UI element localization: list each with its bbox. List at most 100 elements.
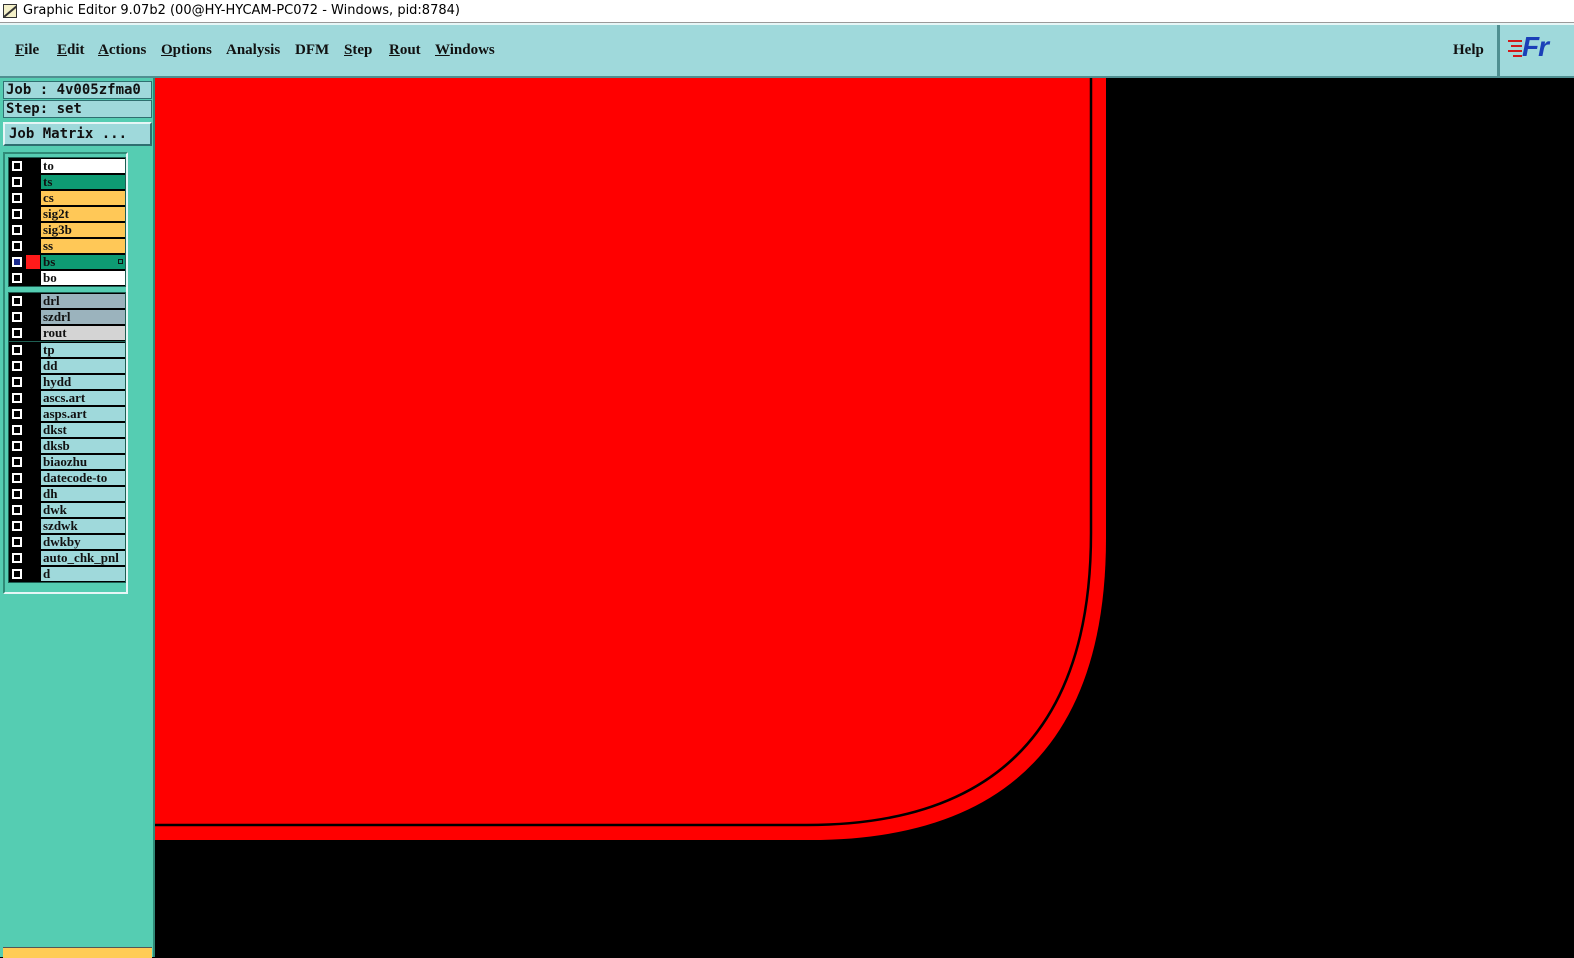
layer-row-bs[interactable]: bs — [9, 254, 125, 270]
layer-checkbox[interactable] — [12, 489, 22, 499]
layer-display-color[interactable] — [26, 487, 40, 501]
layer-name[interactable]: rout — [41, 326, 125, 340]
layer-name[interactable]: drl — [41, 294, 125, 308]
layer-name[interactable]: dd — [41, 359, 125, 373]
layer-display-color[interactable] — [26, 191, 40, 205]
layer-name[interactable]: asps.art — [41, 407, 125, 421]
layer-name[interactable]: auto_chk_pnl — [41, 551, 125, 565]
layer-row-bo[interactable]: bo — [9, 270, 125, 286]
layer-display-color[interactable] — [26, 519, 40, 533]
layer-checkbox[interactable] — [12, 473, 22, 483]
layer-checkbox[interactable] — [12, 312, 22, 322]
layer-row-hydd[interactable]: hydd — [9, 374, 125, 390]
layer-name[interactable]: bo — [41, 271, 125, 285]
layer-display-color[interactable] — [26, 159, 40, 173]
layer-name[interactable]: dwk — [41, 503, 125, 517]
layer-name[interactable]: tp — [41, 343, 125, 357]
layer-display-color[interactable] — [26, 439, 40, 453]
menu-windows[interactable]: Windows — [435, 42, 495, 59]
layer-checkbox[interactable] — [12, 225, 22, 235]
layer-checkbox[interactable] — [12, 177, 22, 187]
layer-display-color[interactable] — [26, 310, 40, 324]
layer-row-datecode-to[interactable]: datecode-to — [9, 470, 125, 486]
menu-rout[interactable]: Rout — [389, 42, 421, 59]
layer-display-color[interactable] — [26, 239, 40, 253]
layer-name[interactable]: sig2t — [41, 207, 125, 221]
layer-checkbox[interactable] — [12, 328, 22, 338]
layer-display-color[interactable] — [26, 407, 40, 421]
menu-options[interactable]: Options — [161, 42, 212, 59]
layer-checkbox[interactable] — [12, 553, 22, 563]
layer-checkbox[interactable] — [12, 457, 22, 467]
layer-display-color[interactable] — [26, 375, 40, 389]
menu-edit[interactable]: Edit — [57, 42, 85, 59]
layer-display-color[interactable] — [26, 535, 40, 549]
layer-checkbox[interactable] — [12, 569, 22, 579]
layer-display-color[interactable] — [26, 326, 40, 340]
layer-display-color[interactable] — [26, 255, 40, 269]
layer-name[interactable]: dwkby — [41, 535, 125, 549]
layer-name[interactable]: dksb — [41, 439, 125, 453]
layer-name[interactable]: biaozhu — [41, 455, 125, 469]
layer-checkbox[interactable] — [12, 361, 22, 371]
layer-display-color[interactable] — [26, 175, 40, 189]
layer-name[interactable]: d — [41, 567, 125, 581]
menu-analysis[interactable]: Analysis — [226, 42, 280, 59]
layer-row-dd[interactable]: dd — [9, 358, 125, 374]
layer-name[interactable]: bs — [41, 255, 125, 269]
layer-checkbox[interactable] — [12, 273, 22, 283]
layer-checkbox[interactable] — [12, 161, 22, 171]
layer-row-szdrl[interactable]: szdrl — [9, 309, 125, 325]
layer-row-drl[interactable]: drl — [9, 293, 125, 309]
layer-display-color[interactable] — [26, 294, 40, 308]
layer-checkbox[interactable] — [12, 505, 22, 515]
layer-row-dh[interactable]: dh — [9, 486, 125, 502]
layer-display-color[interactable] — [26, 223, 40, 237]
layer-display-color[interactable] — [26, 271, 40, 285]
layer-name[interactable]: datecode-to — [41, 471, 125, 485]
layer-row-szdwk[interactable]: szdwk — [9, 518, 125, 534]
layer-checkbox[interactable] — [12, 296, 22, 306]
layer-checkbox[interactable] — [12, 521, 22, 531]
layer-checkbox[interactable] — [12, 425, 22, 435]
layer-display-color[interactable] — [26, 471, 40, 485]
layer-display-color[interactable] — [26, 423, 40, 437]
layer-checkbox[interactable] — [12, 377, 22, 387]
layer-row-dwk[interactable]: dwk — [9, 502, 125, 518]
layer-row-dksb[interactable]: dksb — [9, 438, 125, 454]
layer-display-color[interactable] — [26, 503, 40, 517]
layer-row-sig3b[interactable]: sig3b — [9, 222, 125, 238]
layer-checkbox[interactable] — [12, 441, 22, 451]
layer-name[interactable]: dh — [41, 487, 125, 501]
layer-checkbox[interactable] — [12, 537, 22, 547]
layer-row-cs[interactable]: cs — [9, 190, 125, 206]
layer-name[interactable]: ascs.art — [41, 391, 125, 405]
layer-row-auto-chk-pnl[interactable]: auto_chk_pnl — [9, 550, 125, 566]
layer-name[interactable]: szdwk — [41, 519, 125, 533]
layer-name[interactable]: hydd — [41, 375, 125, 389]
layer-row-tp[interactable]: tp — [9, 342, 125, 358]
layer-checkbox[interactable] — [12, 393, 22, 403]
menu-dfm[interactable]: DFM — [295, 42, 329, 59]
layer-row-ts[interactable]: ts — [9, 174, 125, 190]
layer-row-dwkby[interactable]: dwkby — [9, 534, 125, 550]
layer-display-color[interactable] — [26, 551, 40, 565]
job-matrix-button[interactable]: Job Matrix ... — [3, 122, 152, 146]
layer-checkbox[interactable] — [12, 345, 22, 355]
layer-display-color[interactable] — [26, 207, 40, 221]
graphic-canvas[interactable] — [155, 78, 1574, 957]
layer-name[interactable]: sig3b — [41, 223, 125, 237]
layer-name[interactable]: cs — [41, 191, 125, 205]
layer-row-rout[interactable]: rout — [9, 325, 125, 341]
layer-display-color[interactable] — [26, 455, 40, 469]
layer-display-color[interactable] — [26, 567, 40, 581]
layer-row-dkst[interactable]: dkst — [9, 422, 125, 438]
layer-name[interactable]: ss — [41, 239, 125, 253]
layer-row-d[interactable]: d — [9, 566, 125, 582]
layer-name[interactable]: ts — [41, 175, 125, 189]
layer-name[interactable]: dkst — [41, 423, 125, 437]
layer-row-biaozhu[interactable]: biaozhu — [9, 454, 125, 470]
menu-actions[interactable]: Actions — [98, 42, 146, 59]
layer-display-color[interactable] — [26, 359, 40, 373]
layer-row-sig2t[interactable]: sig2t — [9, 206, 125, 222]
